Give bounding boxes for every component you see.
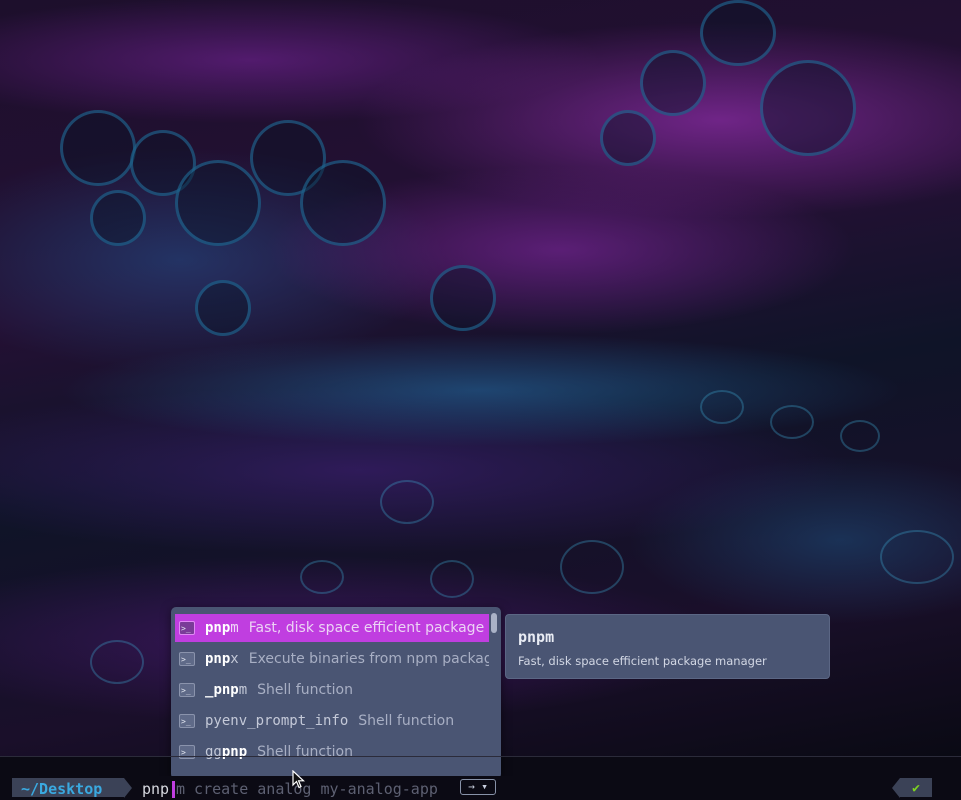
doc-title: pnpm	[518, 628, 555, 646]
terminal-icon: >_	[179, 683, 195, 697]
completion-menu: >_ pnpm Fast, disk space efficient packa…	[171, 607, 501, 779]
wallpaper-cell	[175, 160, 261, 246]
prompt-segment-arrow	[124, 778, 132, 798]
completion-description: Shell function	[358, 713, 455, 729]
wallpaper-cell	[300, 160, 386, 246]
status-ok-icon: ✔	[900, 778, 932, 797]
accept-suggestion-button[interactable]: → ▾	[460, 779, 496, 795]
wallpaper-ring	[700, 390, 744, 424]
wallpaper-cell	[430, 265, 496, 331]
completion-word: _pnpm	[205, 682, 248, 698]
completion-description: Execute binaries from npm package	[248, 651, 489, 667]
terminal-icon: >_	[179, 652, 195, 666]
completion-item-ggpnp[interactable]: >_ ggpnp Shell function	[175, 738, 489, 766]
text-cursor	[172, 781, 175, 798]
completion-description: Shell function	[257, 744, 353, 760]
completion-word: ggpnp	[205, 744, 248, 760]
wallpaper-cell	[600, 110, 656, 166]
prompt-directory: ~/Desktop	[12, 778, 124, 798]
wallpaper-ring	[380, 480, 434, 524]
doc-description: Fast, disk space efficient package manag…	[518, 654, 767, 668]
menu-scrollbar[interactable]	[491, 613, 497, 633]
completion-description: Fast, disk space efficient package m	[248, 620, 489, 636]
wallpaper-ring	[300, 560, 344, 594]
terminal-prompt-line[interactable]: ~/Desktop pnp m create analog my-analog-…	[0, 776, 961, 798]
wallpaper-cell	[700, 0, 776, 66]
autosuggestion-ghost-text: m create analog my-analog-app	[176, 780, 438, 798]
wallpaper-cell	[760, 60, 856, 156]
completion-description: Shell function	[257, 682, 353, 698]
completion-word: pnpx	[205, 651, 239, 667]
terminal-icon: >_	[179, 621, 195, 635]
wallpaper-cell	[195, 280, 251, 336]
wallpaper-ring	[840, 420, 880, 452]
wallpaper-ring	[90, 640, 144, 684]
wallpaper-cell	[640, 50, 706, 116]
wallpaper-ring	[770, 405, 814, 439]
completion-item-pnpx[interactable]: >_ pnpx Execute binaries from npm packag…	[175, 645, 489, 673]
completion-item-_pnpm[interactable]: >_ _pnpm Shell function	[175, 676, 489, 704]
mouse-cursor-icon	[292, 770, 306, 789]
terminal-icon: >_	[179, 714, 195, 728]
wallpaper-ring	[430, 560, 474, 598]
wallpaper-ring	[560, 540, 624, 594]
documentation-popup: pnpm Fast, disk space efficient package …	[505, 614, 830, 679]
wallpaper-cell	[60, 110, 136, 186]
command-input[interactable]: pnp	[142, 778, 169, 800]
completion-word: pyenv_prompt_info	[205, 713, 349, 729]
completion-item-pyenv_prompt_info[interactable]: >_ pyenv_prompt_info Shell function	[175, 707, 489, 735]
status-segment-arrow	[892, 778, 900, 798]
completion-item-pnpm[interactable]: >_ pnpm Fast, disk space efficient packa…	[175, 614, 489, 642]
terminal-divider	[0, 756, 961, 757]
completion-word: pnpm	[205, 620, 239, 636]
wallpaper-cell	[90, 190, 146, 246]
wallpaper-ring	[880, 530, 954, 584]
